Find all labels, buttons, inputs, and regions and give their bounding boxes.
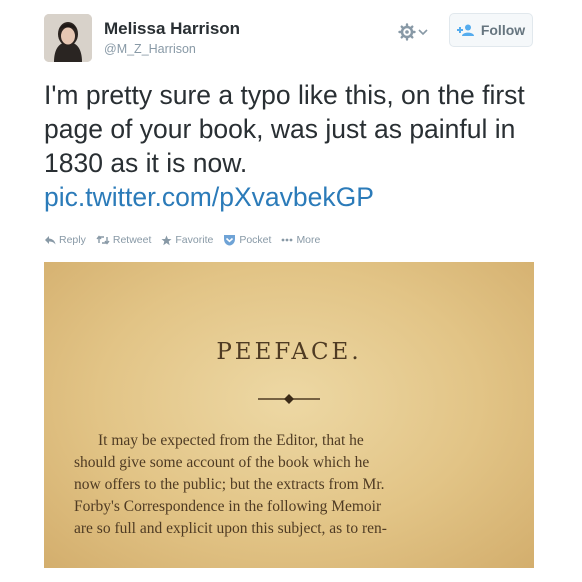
tweet-media-link[interactable]: pic.twitter.com/pXvavbekGP: [44, 180, 554, 214]
pocket-button[interactable]: Pocket: [223, 234, 271, 246]
page-line: should give some account of the book whi…: [74, 454, 370, 471]
page-line: now offers to the public; but the extrac…: [74, 476, 385, 493]
tweet-photo[interactable]: PEEFACE. It may be expected from the Edi…: [44, 262, 534, 568]
reply-button[interactable]: Reply: [44, 234, 86, 246]
ornament-divider-icon: [258, 394, 320, 404]
avatar-image: [44, 14, 92, 62]
more-button[interactable]: More: [281, 234, 320, 246]
page-body: It may be expected from the Editor, that…: [74, 430, 518, 540]
retweet-icon: [96, 235, 110, 245]
page-line: Forby's Correspondence in the following …: [74, 498, 382, 515]
star-icon: [161, 235, 172, 245]
pocket-icon: [224, 235, 236, 246]
page-line: It may be expected from the Editor, that…: [98, 432, 364, 449]
follow-button[interactable]: Follow: [449, 13, 533, 47]
more-icon: [282, 238, 293, 242]
chevron-down-icon: [418, 29, 428, 36]
user-name[interactable]: Melissa Harrison: [104, 19, 240, 39]
reply-icon: [45, 236, 56, 245]
tweet-actions: Reply Retweet Favorite Pocket More: [44, 234, 320, 246]
reply-label: Reply: [59, 234, 86, 246]
page-heading: PEEFACE.: [216, 339, 362, 365]
follow-user-icon: [456, 24, 474, 36]
user-actions-menu[interactable]: [398, 20, 432, 44]
avatar[interactable]: [44, 14, 92, 62]
tweet-body: I'm pretty sure a typo like this, on the…: [44, 80, 525, 178]
retweet-label: Retweet: [112, 234, 152, 246]
favorite-button[interactable]: Favorite: [161, 234, 213, 246]
favorite-label: Favorite: [175, 234, 214, 246]
gear-icon: [398, 23, 416, 41]
user-handle[interactable]: @M_Z_Harrison: [104, 42, 196, 56]
more-label: More: [296, 234, 321, 246]
page-line: are so full and explicit upon this subje…: [74, 520, 387, 537]
retweet-button[interactable]: Retweet: [96, 234, 152, 246]
tweet-text: I'm pretty sure a typo like this, on the…: [44, 78, 554, 214]
pocket-label: Pocket: [239, 234, 272, 246]
follow-label: Follow: [480, 22, 526, 38]
